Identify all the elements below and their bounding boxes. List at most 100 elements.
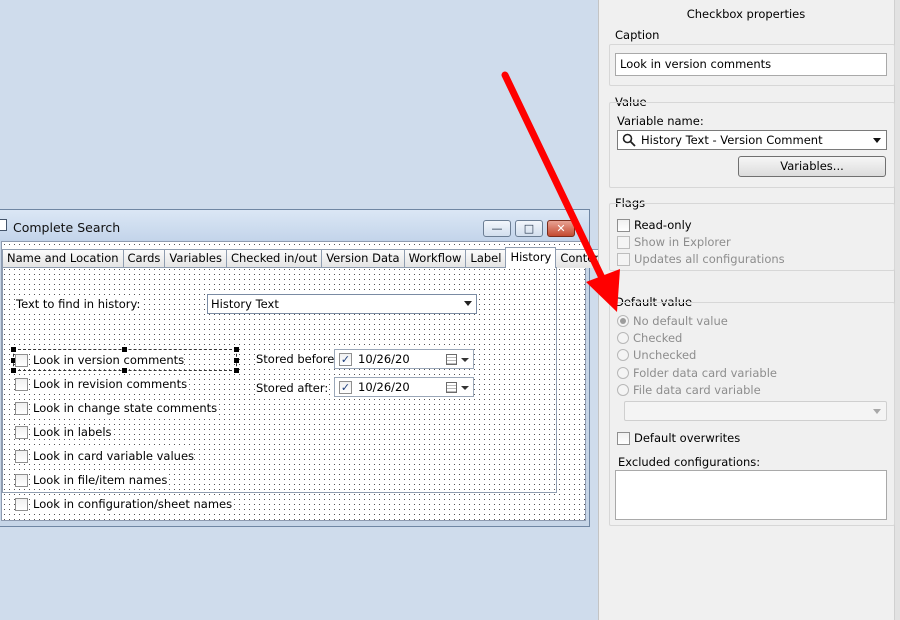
stored-after-value: 10/26/20	[358, 380, 410, 394]
close-icon: ✕	[556, 222, 566, 235]
radio-button	[617, 332, 629, 344]
checkbox-label: Look in version comments	[33, 353, 185, 367]
stored-before-label: Stored before:	[255, 352, 340, 366]
radio-label: Folder data card variable	[633, 366, 777, 380]
complete-search-window: Complete Search — □ ✕ Name and Location …	[0, 209, 612, 527]
checkbox-box	[617, 235, 630, 249]
caption-group-label: Caption	[615, 28, 660, 42]
checkbox-label: Look in card variable values	[33, 449, 195, 463]
stored-after-label: Stored after:	[255, 381, 330, 395]
variables-button[interactable]: Variables...	[738, 156, 886, 177]
radio-no-default-value: No default value	[617, 314, 728, 328]
radio-label: File data card variable	[633, 383, 761, 397]
checkbox-box[interactable]	[617, 218, 630, 232]
calendar-icon[interactable]	[446, 354, 457, 365]
checkbox-change-state-comments[interactable]: Look in change state comments	[15, 401, 218, 415]
checkbox-card-variable-values[interactable]: Look in card variable values	[15, 449, 195, 463]
variable-name-value: History Text - Version Comment	[641, 133, 823, 147]
window-icon	[0, 219, 7, 231]
checkbox-box[interactable]	[15, 425, 28, 439]
form-design-surface: Name and Location Cards Variables Checke…	[1, 241, 612, 521]
maximize-icon: □	[523, 222, 535, 235]
radio-folder-data-card-variable: Folder data card variable	[617, 366, 777, 380]
chevron-down-icon	[464, 301, 472, 306]
checkbox-label: Default overwrites	[634, 431, 741, 445]
checkbox-version-comments[interactable]: Look in version comments	[15, 353, 185, 367]
checkbox-show-in-explorer: Show in Explorer	[617, 235, 731, 249]
excluded-configurations-label: Excluded configurations:	[618, 455, 761, 469]
chevron-down-icon	[873, 409, 881, 414]
checkbox-box[interactable]	[15, 449, 28, 463]
tab-checked-in-out[interactable]: Checked in/out	[225, 249, 323, 268]
resize-handle[interactable]	[122, 347, 127, 352]
minimize-icon: —	[491, 222, 503, 235]
tab-strip: Name and Location Cards Variables Checke…	[2, 247, 612, 268]
radio-file-data-card-variable: File data card variable	[617, 383, 761, 397]
resize-handle[interactable]	[11, 347, 16, 352]
checkbox-box[interactable]	[15, 473, 28, 487]
history-tab-page: Text to find in history: History Text Lo…	[2, 267, 557, 511]
radio-dot	[620, 318, 626, 324]
checkbox-labels[interactable]: Look in labels	[15, 425, 112, 439]
checkbox-updates-all-configurations: Updates all configurations	[617, 252, 785, 266]
radio-button	[617, 349, 629, 361]
variable-name-label: Variable name:	[617, 114, 704, 128]
variable-name-combo[interactable]: History Text - Version Comment	[617, 130, 887, 150]
radio-checked: Checked	[617, 331, 682, 345]
minimize-button[interactable]: —	[483, 220, 511, 237]
chevron-down-icon[interactable]	[461, 358, 469, 362]
resize-handle[interactable]	[234, 358, 239, 363]
checkbox-label: Look in file/item names	[33, 473, 168, 487]
checkbox-read-only[interactable]: Read-only	[617, 218, 692, 232]
calendar-icon[interactable]	[446, 382, 457, 393]
caption-field[interactable]: Look in version comments	[615, 53, 887, 76]
radio-label: Checked	[633, 331, 683, 345]
chevron-down-icon	[873, 138, 881, 143]
tab-workflow[interactable]: Workflow	[403, 249, 467, 268]
tab-history[interactable]: History	[505, 247, 557, 268]
radio-unchecked: Unchecked	[617, 348, 696, 362]
tab-cards[interactable]: Cards	[122, 249, 166, 268]
checkbox-label: Updates all configurations	[634, 252, 785, 266]
tab-name-and-location[interactable]: Name and Location	[2, 249, 124, 268]
checkbox-box[interactable]	[15, 497, 28, 511]
checkbox-revision-comments[interactable]: Look in revision comments	[15, 377, 188, 391]
default-variable-combo	[624, 401, 887, 421]
checkbox-box[interactable]	[15, 353, 28, 367]
checkbox-box[interactable]	[15, 377, 28, 391]
panel-title: Checkbox properties	[686, 7, 806, 21]
checkbox-default-overwrites[interactable]: Default overwrites	[617, 431, 740, 445]
stored-after-datepicker[interactable]: ✓ 10/26/20	[334, 377, 474, 397]
resize-handle[interactable]	[234, 347, 239, 352]
radio-button	[617, 315, 629, 327]
maximize-button[interactable]: □	[515, 220, 543, 237]
checkbox-box[interactable]	[15, 401, 28, 415]
resize-handle[interactable]	[122, 368, 127, 373]
resize-handle[interactable]	[11, 368, 16, 373]
checkbox-label: Look in revision comments	[33, 377, 188, 391]
excluded-configurations-list[interactable]	[615, 470, 887, 520]
checkmark-icon[interactable]: ✓	[339, 380, 352, 394]
resize-handle[interactable]	[234, 368, 239, 373]
radio-button	[617, 384, 629, 396]
title-bar[interactable]: Complete Search — □ ✕	[0, 210, 589, 241]
checkbox-box[interactable]	[617, 431, 630, 445]
chevron-down-icon[interactable]	[461, 386, 469, 390]
checkbox-label: Look in configuration/sheet names	[33, 497, 233, 511]
radio-label: No default value	[633, 314, 728, 328]
text-to-find-label: Text to find in history:	[15, 297, 142, 311]
text-to-find-combo[interactable]: History Text	[207, 294, 477, 314]
checkbox-file-item-names[interactable]: Look in file/item names	[15, 473, 168, 487]
tab-version-data[interactable]: Version Data	[321, 249, 405, 268]
window-title: Complete Search	[13, 220, 121, 235]
checkbox-label: Look in labels	[33, 425, 112, 439]
radio-label: Unchecked	[633, 348, 697, 362]
tab-variables[interactable]: Variables	[164, 249, 227, 268]
close-button[interactable]: ✕	[547, 220, 575, 237]
stored-before-datepicker[interactable]: ✓ 10/26/20	[334, 349, 474, 369]
checkbox-label: Read-only	[634, 218, 692, 232]
checkbox-box	[617, 252, 630, 266]
tab-label[interactable]: Label	[465, 249, 507, 268]
checkmark-icon[interactable]: ✓	[339, 352, 352, 366]
checkbox-configuration-sheet-names[interactable]: Look in configuration/sheet names	[15, 497, 233, 511]
